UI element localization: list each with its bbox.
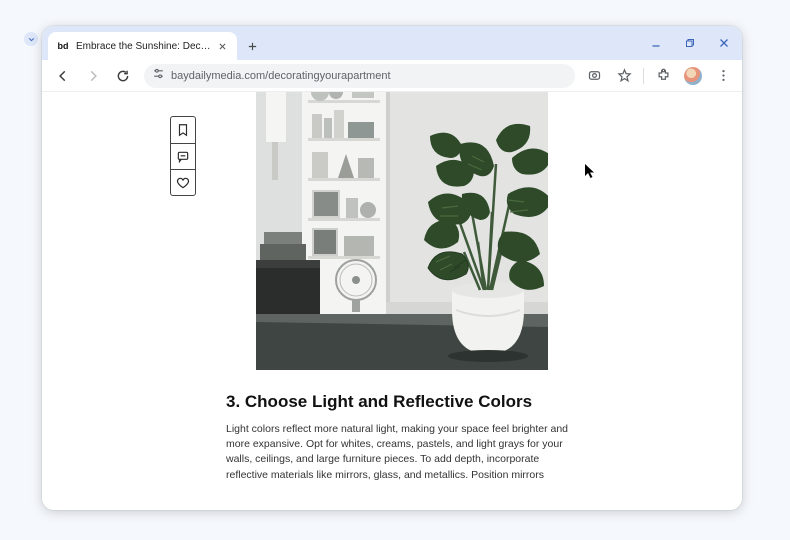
forward-button[interactable] — [80, 63, 106, 89]
toolbar-divider — [643, 68, 644, 84]
tab-favicon: bd — [56, 39, 70, 53]
url-field[interactable]: baydailymedia.com/decoratingyourapartmen… — [144, 64, 575, 88]
window-controls — [644, 32, 736, 54]
tab-active[interactable]: bd Embrace the Sunshine: Dec… — [48, 32, 237, 60]
lens-icon[interactable] — [583, 65, 605, 87]
minimize-button[interactable] — [644, 32, 668, 54]
profile-avatar[interactable] — [682, 65, 704, 87]
article-action-rail — [170, 116, 196, 196]
article-section: 3. Choose Light and Reflective Colors Li… — [226, 392, 578, 483]
comment-icon[interactable] — [171, 143, 195, 169]
address-bar: baydailymedia.com/decoratingyourapartmen… — [42, 60, 742, 92]
toolbar-right — [583, 65, 734, 87]
article-hero-image — [256, 92, 548, 370]
heart-icon[interactable] — [171, 169, 195, 195]
bookmark-star-icon[interactable] — [613, 65, 635, 87]
maximize-button[interactable] — [678, 32, 702, 54]
close-window-button[interactable] — [712, 32, 736, 54]
mouse-cursor-icon — [585, 164, 596, 182]
extensions-icon[interactable] — [652, 65, 674, 87]
url-text: baydailymedia.com/decoratingyourapartmen… — [171, 70, 391, 82]
search-dropdown-toggle[interactable] — [24, 32, 38, 46]
close-tab-icon[interactable] — [217, 40, 229, 52]
menu-icon[interactable] — [712, 65, 734, 87]
bookmark-icon[interactable] — [171, 117, 195, 143]
page-content: 3. Choose Light and Reflective Colors Li… — [42, 92, 742, 510]
new-tab-button[interactable] — [243, 36, 263, 56]
back-button[interactable] — [50, 63, 76, 89]
tab-strip: bd Embrace the Sunshine: Dec… — [42, 26, 742, 60]
browser-window: bd Embrace the Sunshine: Dec… — [42, 26, 742, 510]
article-heading: 3. Choose Light and Reflective Colors — [226, 392, 578, 412]
tab-title: Embrace the Sunshine: Dec… — [76, 41, 211, 52]
reload-button[interactable] — [110, 63, 136, 89]
article-body: Light colors reflect more natural light,… — [226, 422, 578, 483]
site-settings-icon[interactable] — [152, 67, 165, 85]
